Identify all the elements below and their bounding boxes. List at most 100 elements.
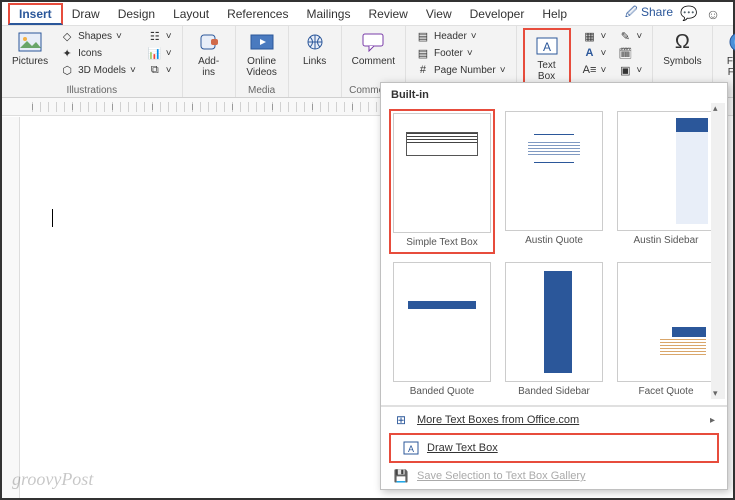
thumb-simple: [393, 113, 491, 233]
online-videos-button[interactable]: Online Videos: [242, 28, 282, 80]
tab-references[interactable]: References: [218, 5, 297, 23]
watermark: groovyPost: [12, 469, 93, 490]
date-icon: 🗓: [618, 46, 632, 60]
menu-bar: Insert Draw Design Layout References Mai…: [2, 2, 733, 26]
drop-cap-icon: A≡: [583, 63, 597, 77]
text-box-gallery: Simple Text Box Austin Quote Austin Side…: [381, 105, 727, 406]
tab-view[interactable]: View: [417, 5, 461, 23]
comment-button[interactable]: Comment: [348, 28, 399, 69]
text-box-dropdown: Built-in Simple Text Box Austin Quote Au…: [380, 82, 728, 490]
header-icon: ▤: [416, 29, 430, 43]
share-label: Share: [641, 5, 673, 19]
footer-button[interactable]: ▤Footer ˅: [412, 45, 510, 61]
page-number-button[interactable]: #Page Number ˅: [412, 62, 510, 78]
more-label: More Text Boxes from Office.com: [417, 414, 579, 426]
group-links: Links: [289, 26, 342, 97]
tab-design[interactable]: Design: [109, 5, 164, 23]
more-text-boxes-button[interactable]: ⊞ More Text Boxes from Office.com ▸: [381, 407, 727, 433]
gallery-item-facet-quote[interactable]: Facet Quote: [613, 260, 719, 401]
svg-text:A: A: [543, 40, 551, 54]
group-name-media: Media: [248, 85, 275, 97]
text-box-label: Text Box: [531, 60, 563, 82]
chart-button[interactable]: 📊˅: [144, 45, 176, 61]
addins-label: Add- ins: [193, 56, 225, 78]
gallery-item-austin-sidebar[interactable]: Austin Sidebar: [613, 109, 719, 254]
pictures-button[interactable]: Pictures: [8, 28, 52, 69]
chevron-right-icon: ▸: [710, 415, 715, 426]
save-label: Save Selection to Text Box Gallery: [417, 470, 586, 482]
pictures-icon: [16, 30, 44, 54]
gallery-item-banded-sidebar[interactable]: Banded Sidebar: [501, 260, 607, 401]
tab-help[interactable]: Help: [533, 5, 576, 23]
symbols-label: Symbols: [663, 56, 701, 67]
date-time-button[interactable]: 🗓: [614, 45, 646, 61]
thumb-austin-sidebar: [617, 111, 715, 231]
thumb-banded-quote: [393, 262, 491, 382]
text-box-icon: A: [533, 34, 561, 58]
svg-text:A: A: [408, 444, 414, 454]
screenshot-button[interactable]: ⧉˅: [144, 62, 176, 78]
thumb-banded-sidebar: [505, 262, 603, 382]
save-to-gallery-button: 💾 Save Selection to Text Box Gallery: [381, 463, 727, 489]
gallery-item-simple-text-box[interactable]: Simple Text Box: [389, 109, 495, 254]
text-box-button[interactable]: A Text Box: [527, 32, 567, 84]
smartart-icon: ☷: [148, 29, 162, 43]
symbols-button[interactable]: Ω Symbols: [659, 28, 705, 69]
draw-text-box-icon: A: [403, 440, 419, 456]
shapes-icon: ◇: [60, 29, 74, 43]
save-icon: 💾: [393, 468, 409, 484]
header-button[interactable]: ▤Header ˅: [412, 28, 510, 44]
thumb-austin-quote: [505, 111, 603, 231]
form-field-button[interactable]: Form Field: [719, 28, 735, 80]
links-button[interactable]: Links: [295, 28, 335, 69]
icons-icon: ✦: [60, 46, 74, 60]
form-field-label: Form Field: [723, 56, 735, 78]
tab-layout[interactable]: Layout: [164, 5, 218, 23]
links-icon: [301, 30, 329, 54]
models-button[interactable]: ⬡3D Models ˅: [56, 62, 140, 78]
object-button[interactable]: ▣˅: [614, 62, 646, 78]
object-icon: ▣: [618, 63, 632, 77]
quick-parts-icon: ▦: [583, 29, 597, 43]
symbols-icon: Ω: [668, 30, 696, 54]
tab-insert[interactable]: Insert: [8, 3, 63, 25]
models-icon: ⬡: [60, 63, 74, 77]
header-label: Header: [434, 31, 467, 42]
tab-developer[interactable]: Developer: [461, 5, 534, 23]
dropdown-scrollbar[interactable]: [711, 103, 725, 399]
draw-text-box-button[interactable]: A Draw Text Box: [389, 433, 719, 463]
footer-icon: ▤: [416, 46, 430, 60]
smartart-button[interactable]: ☷˅: [144, 28, 176, 44]
shapes-label: Shapes: [78, 31, 112, 42]
vertical-ruler[interactable]: [2, 117, 20, 498]
feedback-icon[interactable]: ☺: [705, 6, 721, 22]
gallery-label: Banded Sidebar: [518, 384, 590, 401]
links-label: Links: [303, 56, 326, 67]
shapes-button[interactable]: ◇Shapes ˅: [56, 28, 140, 44]
comment-label: Comment: [352, 56, 395, 67]
signature-icon: ✎: [618, 29, 632, 43]
gallery-label: Austin Quote: [525, 233, 583, 250]
drop-cap-button[interactable]: A≡˅: [579, 62, 611, 78]
tab-mailings[interactable]: Mailings: [297, 5, 359, 23]
models-label: 3D Models: [78, 65, 126, 76]
gallery-item-austin-quote[interactable]: Austin Quote: [501, 109, 607, 254]
icons-button[interactable]: ✦ Icons: [56, 45, 140, 61]
text-cursor: [52, 209, 53, 227]
tab-review[interactable]: Review: [359, 5, 416, 23]
gallery-label: Simple Text Box: [406, 235, 478, 252]
group-addins: Add- ins: [183, 26, 236, 97]
comment-icon: [359, 30, 387, 54]
share-button[interactable]: 🖉 Share: [625, 3, 673, 24]
draw-label: Draw Text Box: [427, 442, 498, 454]
comments-pane-icon[interactable]: 💬: [681, 6, 697, 22]
signature-line-button[interactable]: ✎˅: [614, 28, 646, 44]
quick-parts-button[interactable]: ▦˅: [579, 28, 611, 44]
gallery-label: Austin Sidebar: [633, 233, 698, 250]
tab-draw[interactable]: Draw: [63, 5, 109, 23]
wordart-button[interactable]: A˅: [579, 45, 611, 61]
gallery-item-banded-quote[interactable]: Banded Quote: [389, 260, 495, 401]
icons-label: Icons: [78, 48, 102, 59]
addins-button[interactable]: Add- ins: [189, 28, 229, 80]
addins-icon: [195, 30, 223, 54]
